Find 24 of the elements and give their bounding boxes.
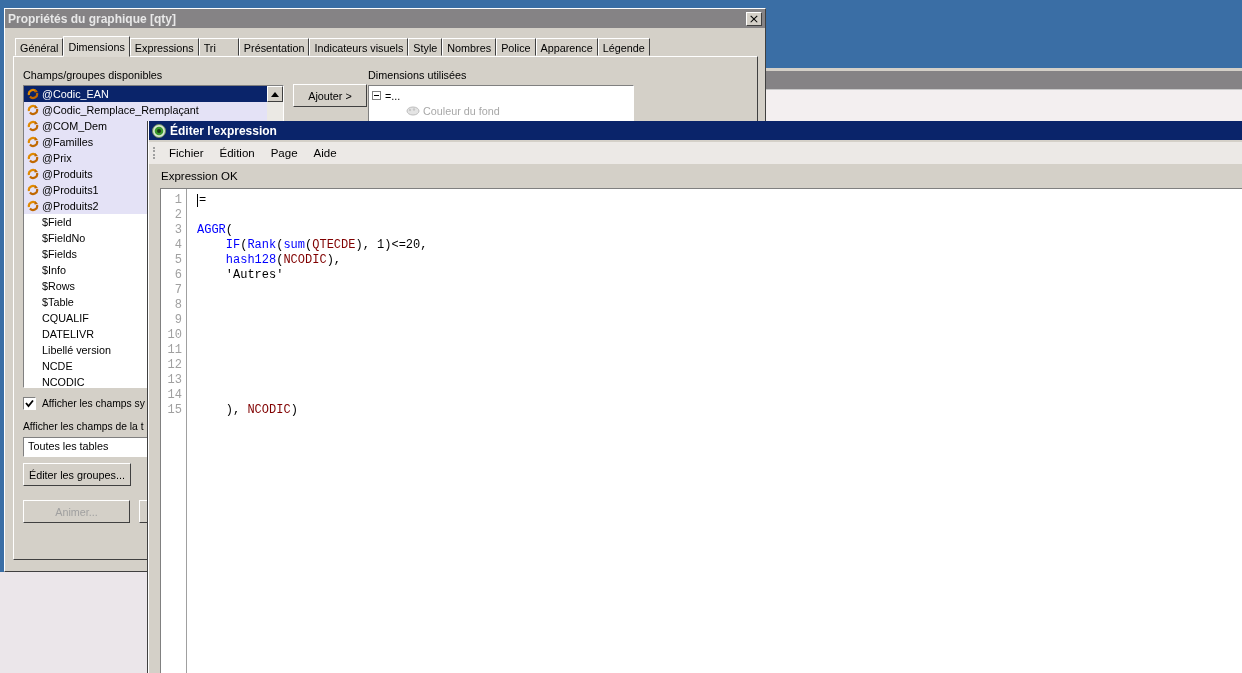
code-line: ), NCODIC) (225, 403, 298, 418)
expression-status: Expression OK (160, 169, 239, 184)
used-dimensions-label: Dimensions utilisées (368, 69, 468, 83)
code-line: 'Autres' (225, 268, 284, 283)
line-number: 10 (166, 328, 183, 343)
line-number: 7 (173, 283, 183, 298)
code-line: IF(Rank(sum(QTECDE), 1)<=20, (225, 238, 428, 253)
checkbox-label: Afficher les champs sy (42, 397, 145, 409)
line-number: 4 (173, 238, 183, 253)
line-number: 3 (173, 223, 183, 238)
line-number: 14 (166, 388, 183, 403)
table-filter-label: Afficher les champs de la t (23, 421, 145, 432)
code-line: AGGR( (197, 223, 233, 238)
code-line: hash128(NCODIC), (225, 253, 342, 268)
line-number: 9 (173, 313, 183, 328)
available-fields-label: Champs/groupes disponibles (23, 69, 164, 83)
line-number: 12 (166, 358, 183, 373)
line-number: 13 (166, 373, 183, 388)
line-number: 11 (166, 343, 183, 358)
line-number: 6 (173, 268, 183, 283)
line-number: 15 (166, 403, 183, 418)
line-number: 5 (173, 253, 183, 268)
window-title: Propriétés du graphique [qty] (8, 11, 176, 26)
line-number: 8 (173, 298, 183, 313)
